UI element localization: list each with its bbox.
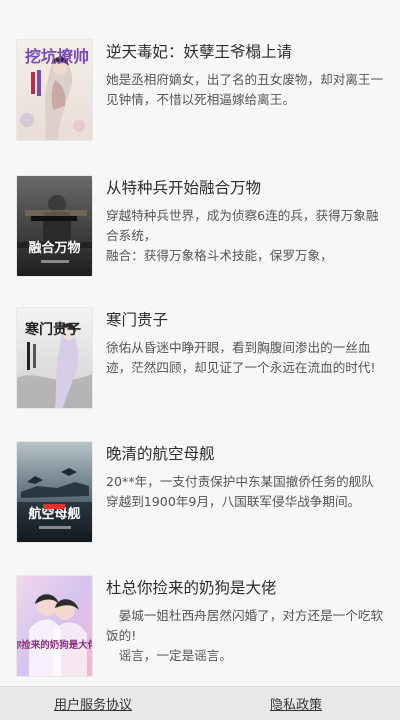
book-title[interactable]: 杜总你捡来的奶狗是大佬 <box>106 578 391 598</box>
book-cover-image[interactable]: 融合万物 <box>17 176 92 276</box>
cover-art: 挖坑撩帅 <box>17 40 92 140</box>
cover-art: 你捡来的奶狗是大佬 <box>17 576 92 676</box>
book-item[interactable]: 融合万物 从特种兵开始融合万物 穿越特种兵世界，成为侦察6连的兵，获得万象融合系… <box>0 176 400 306</box>
book-title[interactable]: 寒门贵子 <box>106 310 391 330</box>
book-cover-image[interactable]: 寒门贵子 <box>17 308 92 408</box>
book-description: 她是丞相府嫡女，出了名的丑女废物，却对离王一见钟情，不惜以死相逼嫁给离王。 <box>106 72 384 107</box>
cover-art: 融合万物 <box>17 176 92 276</box>
book-item[interactable]: 挖坑撩帅 逆天毒妃：妖孽王爷榻上请 她是丞相府嫡女，出了名的丑女废物，却对离王一… <box>0 40 400 170</box>
book-item[interactable]: 你捡来的奶狗是大佬 杜总你捡来的奶狗是大佬 晏城一姐杜西舟居然闪婚了，对方还是一… <box>0 576 400 686</box>
cover-title-text: 你捡来的奶狗是大佬 <box>17 639 92 651</box>
terms-of-service-link[interactable]: 用户服务协议 <box>54 694 132 713</box>
cover-title-text: 寒门贵子 <box>25 321 81 338</box>
cover-art: 航空母舰 <box>17 442 92 542</box>
book-description: 20**年，一支付责保护中东某国撤侨任务的舰队穿越到1900年9月，八国联军侵华… <box>106 474 374 509</box>
privacy-policy-link[interactable]: 隐私政策 <box>270 694 322 713</box>
book-cover-image[interactable]: 挖坑撩帅 <box>17 40 92 140</box>
book-title[interactable]: 逆天毒妃：妖孽王爷榻上请 <box>106 42 391 62</box>
cover-title-text: 融合万物 <box>28 240 80 256</box>
book-title[interactable]: 从特种兵开始融合万物 <box>106 178 391 198</box>
book-item[interactable]: 航空母舰 晚清的航空母舰 20**年，一支付责保护中东某国撤侨任务的舰队穿越到1… <box>0 442 400 572</box>
book-description: 穿越特种兵世界，成为侦察6连的兵，获得万象融合系统， 融合：获得万象格斗术技能，… <box>106 208 379 263</box>
book-description: 晏城一姐杜西舟居然闪婚了，对方还是一个吃软饭的! 谣言，一定是谣言。 <box>106 608 384 663</box>
app-screen: 挖坑撩帅 逆天毒妃：妖孽王爷榻上请 她是丞相府嫡女，出了名的丑女废物，却对离王一… <box>0 0 400 720</box>
book-list: 挖坑撩帅 逆天毒妃：妖孽王爷榻上请 她是丞相府嫡女，出了名的丑女废物，却对离王一… <box>0 0 400 686</box>
book-cover-image[interactable]: 你捡来的奶狗是大佬 <box>17 576 92 676</box>
footer-bar: 用户服务协议 隐私政策 <box>0 686 400 720</box>
book-cover-image[interactable]: 航空母舰 <box>17 442 92 542</box>
book-description: 徐佑从昏迷中睁开眼，看到胸腹间渗出的一丝血迹，茫然四顾，却见证了一个永远在流血的… <box>106 340 376 375</box>
book-item[interactable]: 寒门贵子 寒门贵子 徐佑从昏迷中睁开眼，看到胸腹间渗出的一丝血迹，茫然四顾，却见… <box>0 308 400 438</box>
cover-title-text: 挖坑撩帅 <box>25 47 89 66</box>
cover-art: 寒门贵子 <box>17 308 92 408</box>
book-title[interactable]: 晚清的航空母舰 <box>106 444 391 464</box>
